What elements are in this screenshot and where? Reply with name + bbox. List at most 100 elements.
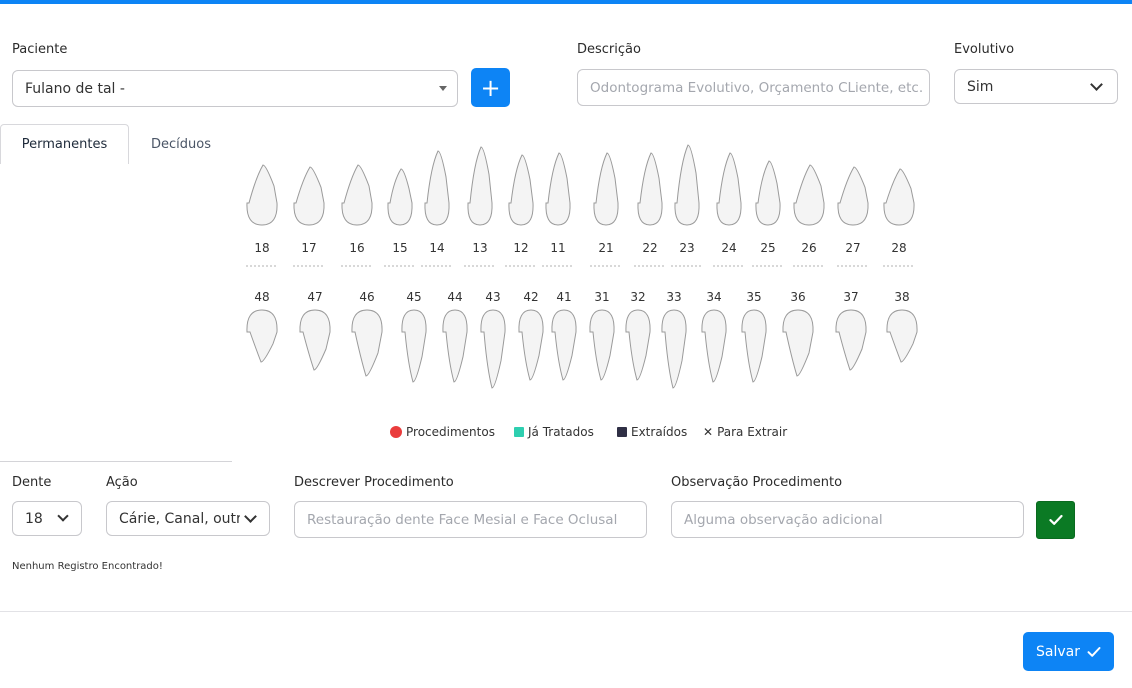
tooth-number: 15 [392,241,407,255]
observacao-label: Observação Procedimento [671,475,843,490]
x-icon: ✕ [703,425,714,439]
save-button[interactable]: Salvar [1023,632,1114,671]
tooth-number: 31 [594,290,609,304]
tooth-11[interactable]: 11 [542,152,574,267]
dente-select[interactable]: 18 [12,501,82,536]
tooth-32[interactable]: 32 [625,290,651,381]
tooth-27[interactable]: 27 [837,166,869,267]
tooth-shape [299,309,331,371]
tooth-number: 24 [721,241,736,255]
paciente-select[interactable]: Fulano de tal - [12,70,458,107]
plus-icon: + [480,73,501,102]
tooth-shape [387,168,413,226]
tooth-number: 34 [706,290,721,304]
tooth-number: 36 [790,290,805,304]
tooth-number: 16 [349,241,364,255]
confirm-procedure-button[interactable] [1036,501,1075,539]
observacao-field-wrap [671,501,1024,538]
tooth-36[interactable]: 36 [782,290,814,377]
tooth-47[interactable]: 47 [299,290,331,371]
tooth-number: 13 [472,241,487,255]
tooth-35[interactable]: 35 [741,290,767,383]
tooth-shape [886,309,918,363]
tooth-46[interactable]: 46 [351,290,383,377]
tooth-38[interactable]: 38 [886,290,918,363]
descricao-input[interactable] [578,79,929,96]
tooth-24[interactable]: 24 [713,152,745,267]
tooth-shape [674,144,700,226]
tooth-number: 47 [307,290,322,304]
tooth-23[interactable]: 23 [671,144,703,267]
tooth-shape [508,154,534,226]
procedimentos-dot-icon [390,426,402,438]
tooth-15[interactable]: 15 [384,168,416,267]
tooth-shape [246,309,278,363]
tooth-44[interactable]: 44 [442,290,468,383]
acao-select[interactable]: Cárie, Canal, outros [106,501,270,536]
tooth-number: 18 [254,241,269,255]
tooth-41[interactable]: 41 [551,290,577,381]
observacao-input[interactable] [672,511,1023,528]
tooth-number: 32 [630,290,645,304]
tooth-12[interactable]: 12 [505,154,537,267]
tooth-13[interactable]: 13 [464,146,496,267]
tooth-31[interactable]: 31 [589,290,615,381]
tooth-shape [545,152,571,226]
tooth-number: 48 [254,290,269,304]
tooth-48[interactable]: 48 [246,290,278,363]
tooth-shape [837,166,869,226]
tooth-17[interactable]: 17 [293,166,325,267]
tooth-shape [625,309,651,381]
evolutivo-label: Evolutivo [954,42,1015,57]
tooth-28[interactable]: 28 [883,168,915,267]
tooth-number: 35 [746,290,761,304]
extraidos-square-icon [617,427,627,437]
tooth-number: 41 [556,290,571,304]
save-label: Salvar [1036,643,1080,660]
tooth-number: 23 [679,241,694,255]
tooth-shape [589,309,615,381]
tooth-26[interactable]: 26 [793,164,825,267]
tooth-shape [835,309,867,371]
tooth-number: 42 [523,290,538,304]
tooth-37[interactable]: 37 [835,290,867,371]
tooth-14[interactable]: 14 [421,150,453,267]
top-accent-bar [0,0,1132,4]
dente-value: 18 [25,510,43,527]
tooth-shape [716,152,742,226]
tooth-33[interactable]: 33 [661,290,687,389]
descrever-label: Descrever Procedimento [294,475,454,490]
check-icon [1048,514,1063,525]
legend-procedimentos-label: Procedimentos [406,425,495,439]
evolutivo-select[interactable]: Sim [954,69,1118,104]
odontogram: 18 17 16 15 14 13 12 11 21 22 23 24 25 26 27 28 48 47 46 45… [246,144,918,389]
acao-value: Cárie, Canal, outros [119,510,240,527]
tooth-43[interactable]: 43 [480,290,506,389]
tooth-shape [701,309,727,383]
tooth-shape [593,152,619,226]
tooth-number: 22 [642,241,657,255]
tooth-number: 11 [550,241,565,255]
dente-label: Dente [12,475,52,490]
tooth-number: 26 [801,241,816,255]
tooth-shape [741,309,767,383]
tooth-18[interactable]: 18 [246,164,278,267]
tooth-21[interactable]: 21 [590,152,622,267]
tooth-shape [351,309,383,377]
tooth-42[interactable]: 42 [518,290,544,381]
tooth-16[interactable]: 16 [341,164,373,267]
tooth-45[interactable]: 45 [401,290,427,383]
tooth-shape [883,168,915,226]
tooth-shape [293,166,325,226]
tooth-34[interactable]: 34 [701,290,727,383]
tooth-number: 45 [406,290,421,304]
tooth-25[interactable]: 25 [752,160,784,267]
evolutivo-value: Sim [967,78,994,95]
acao-label: Ação [106,475,138,490]
descrever-input[interactable] [295,511,646,528]
add-patient-button[interactable]: + [471,68,510,107]
tooth-22[interactable]: 22 [634,152,666,267]
legend-ja-tratados: Já Tratados [514,425,594,439]
legend-extraidos: Extraídos [617,425,687,439]
legend-ja-tratados-label: Já Tratados [528,425,594,439]
